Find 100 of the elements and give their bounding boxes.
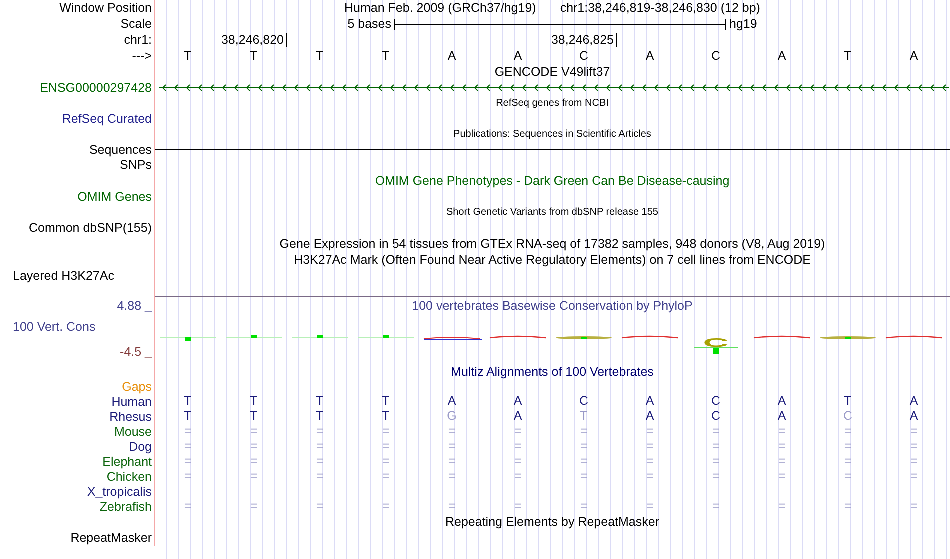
- alignment-base: =: [184, 499, 192, 514]
- alignment-base: T: [382, 409, 390, 424]
- alignment-base: T: [250, 409, 258, 424]
- alignment-base: T: [184, 394, 192, 409]
- track-label: Layered H3K27Ac: [13, 269, 114, 283]
- track-label: Scale: [120, 17, 152, 31]
- alignment-base: A: [646, 409, 654, 424]
- track-title: OMIM Gene Phenotypes - Dark Green Can Be Disease-causing: [375, 174, 730, 188]
- base-letter: C: [711, 49, 721, 63]
- base-letter: A: [646, 49, 654, 63]
- alignment-base: =: [580, 499, 588, 514]
- alignment-base: =: [316, 499, 324, 514]
- alignment-base: =: [250, 424, 258, 439]
- alignment-base: =: [646, 439, 654, 454]
- track-label: OMIM Genes: [78, 190, 152, 204]
- alignment-base: =: [910, 454, 918, 469]
- alignment-base: =: [910, 469, 918, 484]
- alignment-base: A: [514, 394, 522, 409]
- alignment-base: T: [316, 409, 324, 424]
- scale-label: 5 bases: [348, 17, 392, 31]
- track-title: Short Genetic Variants from dbSNP release 155: [446, 207, 658, 218]
- base-letter: T: [844, 49, 852, 63]
- alignment-base: =: [382, 499, 390, 514]
- alignment-base: =: [250, 499, 258, 514]
- species-label: Gaps: [122, 380, 152, 394]
- track-title: 100 vertebrates Basewise Conservation by PhyloP: [412, 299, 693, 313]
- alignment-base: G: [447, 409, 457, 424]
- track-label: SNPs: [120, 158, 152, 172]
- alignment-base: =: [844, 424, 852, 439]
- base-letter: A: [778, 49, 786, 63]
- alignment-base: C: [579, 394, 589, 409]
- species-label: Elephant: [102, 454, 152, 468]
- position-text: chr1:38,246,819-38,246,830 (12 bp): [560, 1, 760, 15]
- alignment-base: =: [580, 469, 588, 484]
- alignment-base: C: [711, 394, 721, 409]
- track-label: ENSG00000297428: [40, 81, 152, 95]
- alignment-base: =: [580, 439, 588, 454]
- alignment-base: =: [844, 454, 852, 469]
- alignment-base: =: [250, 454, 258, 469]
- track-label: Sequences: [89, 142, 152, 156]
- alignment-base: T: [580, 409, 588, 424]
- alignment-base: =: [778, 469, 786, 484]
- alignment-base: =: [514, 424, 522, 439]
- base-letter: A: [910, 49, 918, 63]
- species-label: Zebrafish: [100, 500, 152, 514]
- alignment-base: A: [778, 409, 786, 424]
- alignment-base: =: [778, 499, 786, 514]
- alignment-base: =: [514, 454, 522, 469]
- track-title: Repeating Elements by RepeatMasker: [445, 515, 660, 529]
- alignment-base: =: [910, 424, 918, 439]
- alignment-base: =: [514, 469, 522, 484]
- alignment-base: A: [646, 394, 654, 409]
- base-letter: T: [184, 49, 192, 63]
- base-letter: T: [382, 49, 390, 63]
- alignment-base: =: [646, 454, 654, 469]
- track-label: 100 Vert. Cons: [13, 320, 96, 334]
- track-label: RefSeq Curated: [62, 112, 152, 126]
- species-label: Human: [112, 394, 152, 408]
- alignment-base: =: [184, 454, 192, 469]
- alignment-base: C: [711, 409, 721, 424]
- coordinate-label: 38,246,820: [221, 33, 287, 47]
- gene-line[interactable]: [158, 84, 948, 92]
- alignment-base: =: [646, 469, 654, 484]
- alignment-base: =: [712, 424, 720, 439]
- alignment-base: =: [580, 454, 588, 469]
- alignment-base: A: [514, 409, 522, 424]
- species-label: Mouse: [114, 424, 152, 438]
- alignment-base: =: [184, 469, 192, 484]
- base-letter: A: [514, 49, 522, 63]
- base-letter: T: [250, 49, 258, 63]
- alignment-base: =: [712, 499, 720, 514]
- track-title: Gene Expression in 54 tissues from GTEx RNA-seq of 17382 samples, 948 donors (V8, Aug 2019): [280, 237, 826, 251]
- species-label: X_tropicalis: [87, 484, 152, 498]
- alignment-base: =: [448, 499, 456, 514]
- axis-max-label: 4.88 _: [117, 299, 152, 313]
- track-title: RefSeq genes from NCBI: [496, 98, 609, 109]
- alignment-base: A: [778, 394, 786, 409]
- alignment-base: =: [382, 469, 390, 484]
- alignment-base: =: [184, 439, 192, 454]
- species-label: Rhesus: [110, 410, 152, 424]
- alignment-base: =: [382, 439, 390, 454]
- alignment-base: =: [250, 439, 258, 454]
- base-letter: C: [579, 49, 589, 63]
- alignment-base: =: [712, 469, 720, 484]
- alignment-base: =: [316, 424, 324, 439]
- alignment-base: T: [184, 409, 192, 424]
- alignment-base: =: [448, 454, 456, 469]
- species-label: Chicken: [106, 470, 152, 484]
- alignment-base: =: [778, 439, 786, 454]
- species-label: Dog: [129, 440, 152, 454]
- track-label: --->: [132, 49, 152, 63]
- assembly-title: Human Feb. 2009 (GRCh37/hg19): [344, 1, 536, 15]
- alignment-base: =: [382, 424, 390, 439]
- alignment-base: =: [844, 439, 852, 454]
- alignment-base: =: [778, 454, 786, 469]
- alignment-base: T: [382, 394, 390, 409]
- track-label: RepeatMasker: [70, 531, 152, 545]
- alignment-base: =: [316, 454, 324, 469]
- alignment-base: =: [448, 439, 456, 454]
- alignment-base: =: [316, 469, 324, 484]
